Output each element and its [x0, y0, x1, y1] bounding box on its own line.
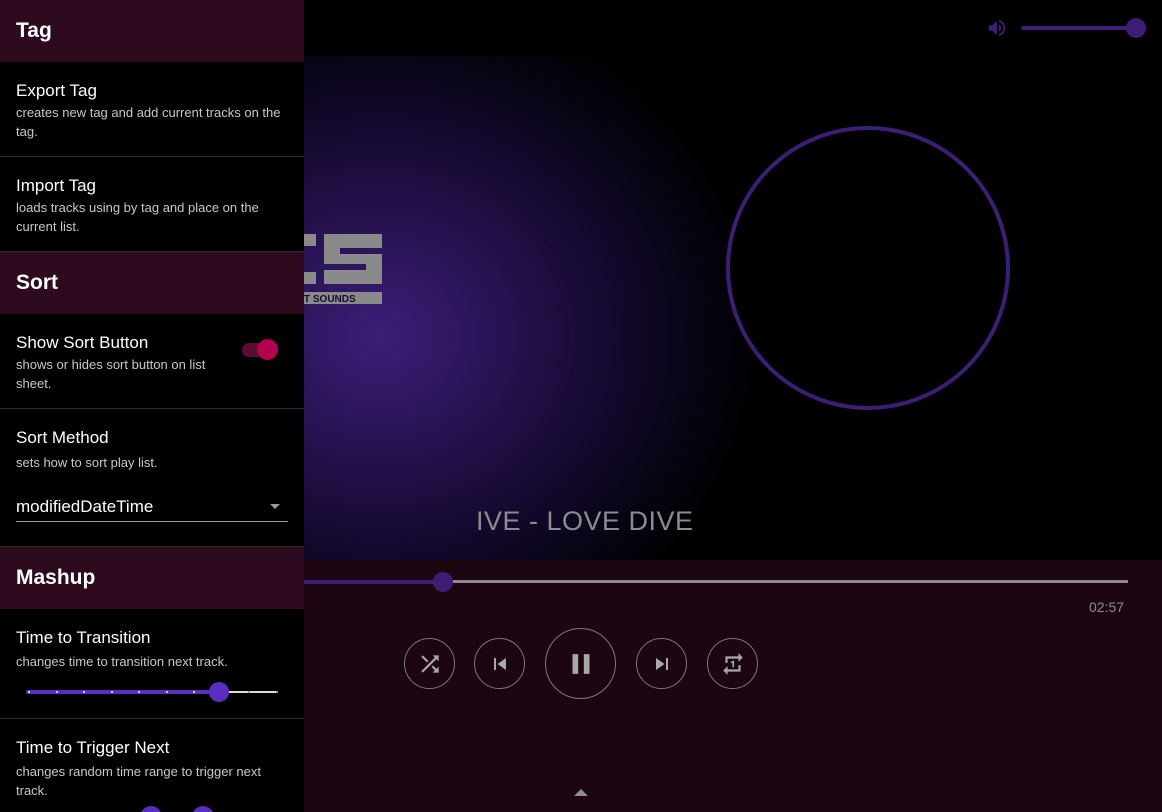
volume-slider-track[interactable]: [1021, 26, 1135, 30]
expand-up-icon[interactable]: [573, 784, 589, 796]
import-tag-item[interactable]: Import Tag loads tracks using by tag and…: [0, 157, 304, 252]
repeat-one-icon: [722, 652, 743, 675]
transition-time-slider[interactable]: [26, 682, 278, 702]
trigger-next-item: Time to Trigger Next changes random time…: [0, 719, 304, 812]
next-icon: [655, 657, 668, 670]
sort-method-dropdown[interactable]: modifiedDateTime: [16, 492, 288, 522]
slider-tick: [55, 691, 58, 693]
next-button[interactable]: [636, 638, 687, 689]
item-title: Show Sort Button: [16, 333, 149, 352]
item-title: Time to Transition: [16, 628, 151, 647]
volume-slider-thumb[interactable]: [1126, 18, 1146, 38]
export-tag-item[interactable]: Export Tag creates new tag and add curre…: [0, 62, 304, 157]
slider-thumb[interactable]: [209, 682, 229, 702]
shuffle-button[interactable]: [404, 638, 455, 689]
section-title: Sort: [16, 271, 58, 294]
slider-tick: [276, 691, 278, 693]
volume-icon[interactable]: [986, 17, 1008, 39]
item-description: creates new tag and add current tracks o…: [16, 105, 281, 139]
item-title: Sort Method: [16, 428, 109, 447]
mashup-section-header: Mashup: [0, 547, 304, 609]
progress-remaining[interactable]: [443, 580, 1128, 583]
sort-section-header: Sort: [0, 252, 304, 314]
logo-subtext: T SOUNDS: [304, 294, 356, 305]
show-sort-button-item[interactable]: Show Sort Button shows or hides sort but…: [0, 314, 304, 409]
item-description: changes random time range to trigger nex…: [16, 764, 261, 798]
item-description: changes time to transition next track.: [16, 654, 228, 669]
dropdown-caret-icon: [270, 504, 280, 509]
previous-icon: [493, 657, 506, 670]
item-title: Time to Trigger Next: [16, 738, 170, 757]
section-title: Tag: [16, 19, 52, 42]
previous-button[interactable]: [474, 638, 525, 689]
slider-tick: [165, 691, 168, 693]
item-title: Import Tag: [16, 176, 97, 195]
transition-time-item: Time to Transition changes time to trans…: [0, 609, 304, 719]
item-description: shows or hides sort button on list sheet…: [16, 357, 206, 391]
total-time: 02:57: [1089, 599, 1125, 615]
slider-tick: [28, 691, 30, 693]
pause-icon: [572, 653, 589, 674]
progress-thumb[interactable]: [433, 572, 453, 592]
item-title: Export Tag: [16, 81, 97, 100]
pause-button[interactable]: [545, 628, 616, 699]
progress-played[interactable]: [304, 580, 443, 584]
slider-active-track: [26, 690, 219, 694]
item-description: loads tracks using by tag and place on t…: [16, 200, 259, 234]
repeat-one-button[interactable]: [707, 638, 758, 689]
settings-drawer: Tag Export Tag creates new tag and add c…: [0, 0, 304, 812]
sort-method-item: Sort Method sets how to sort play list.: [0, 409, 304, 547]
item-description: sets how to sort play list.: [16, 455, 158, 470]
shuffle-icon: [420, 654, 439, 673]
track-title: IVE - LOVE DIVE: [476, 506, 694, 536]
show-sort-toggle-knob[interactable]: [257, 339, 278, 360]
album-art-circle: [726, 126, 1010, 410]
slider-tick: [110, 691, 113, 693]
dropdown-value: modifiedDateTime: [16, 497, 154, 516]
tag-section-header: Tag: [0, 0, 304, 62]
artist-logo: T SOUNDS: [296, 226, 396, 316]
section-title: Mashup: [16, 566, 96, 589]
